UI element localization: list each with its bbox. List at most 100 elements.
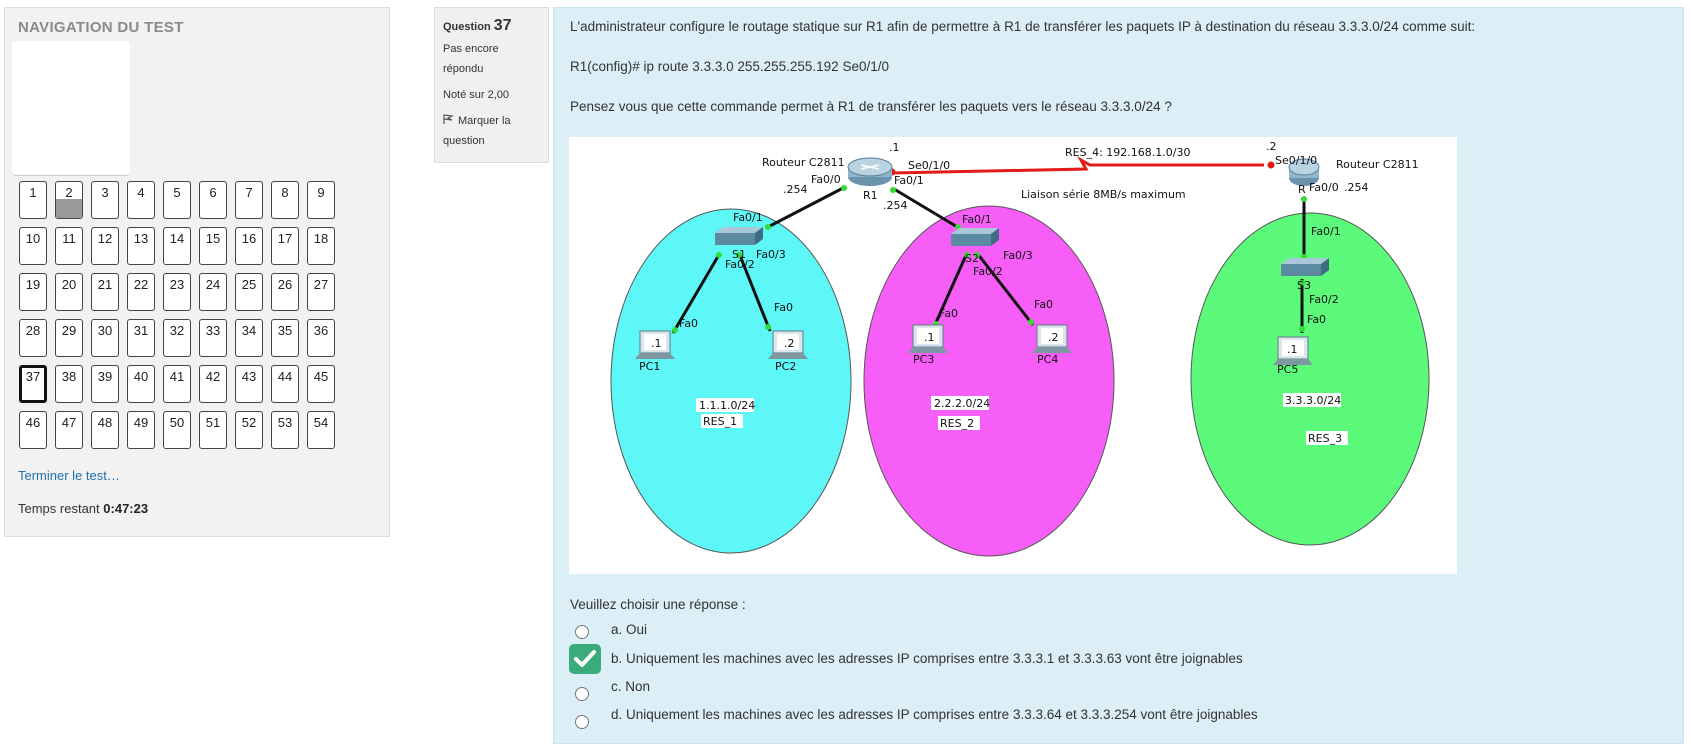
question-nav-number: 44 [277,369,293,384]
question-nav-button-26[interactable]: 26 [271,273,299,311]
s1-fa03-label: Fa0/3 [756,248,786,261]
question-nav-button-15[interactable]: 15 [199,227,227,265]
option-a-radio[interactable] [575,625,589,639]
question-nav-button-17[interactable]: 17 [271,227,299,265]
r1-top-ip-label: .1 [889,141,900,154]
switch-s1-icon [715,227,763,245]
pc5-fa-label: Fa0 [1307,313,1326,326]
res2-network-zone [863,205,1115,557]
question-nav-button-18[interactable]: 18 [307,227,335,265]
question-nav-button-39[interactable]: 39 [91,365,119,403]
question-nav-button-2[interactable]: 2 [55,181,83,219]
s3-fa01-label: Fa0/1 [1311,225,1341,238]
question-nav-button-43[interactable]: 43 [235,365,263,403]
r1-se-label: Se0/1/0 [908,159,950,172]
question-nav-button-45[interactable]: 45 [307,365,335,403]
option-a-label[interactable]: a. Oui [611,622,647,637]
question-nav-button-37[interactable]: 37 [19,365,47,403]
question-nav-button-12[interactable]: 12 [91,227,119,265]
option-b-checked-icon[interactable] [569,644,601,674]
question-nav-number: 51 [205,415,221,430]
question-nav-button-7[interactable]: 7 [235,181,263,219]
router-right-model-label: Routeur C2811 [1336,158,1419,171]
question-nav-button-25[interactable]: 25 [235,273,263,311]
timer-label: Temps restant [18,501,100,516]
question-nav-button-34[interactable]: 34 [235,319,263,357]
question-nav-button-13[interactable]: 13 [127,227,155,265]
question-text: L'administrateur configure le routage st… [570,19,1476,34]
s2-fa02-label: Fa0/2 [973,265,1003,278]
question-nav-button-46[interactable]: 46 [19,411,47,449]
pc1-name-label: PC1 [639,360,660,373]
question-nav-button-20[interactable]: 20 [55,273,83,311]
question-nav-number: 33 [205,323,221,338]
question-nav-button-35[interactable]: 35 [271,319,299,357]
port-dot [716,252,722,258]
question-nav-button-16[interactable]: 16 [235,227,263,265]
question-nav-button-30[interactable]: 30 [91,319,119,357]
question-nav-button-4[interactable]: 4 [127,181,155,219]
question-nav-button-49[interactable]: 49 [127,411,155,449]
question-nav-button-24[interactable]: 24 [199,273,227,311]
pc5-ip-label: .1 [1287,343,1298,356]
serial-net-label: RES_4: 192.168.1.0/30 [1065,146,1190,159]
pc4-name-label: PC4 [1037,353,1058,366]
question-nav-button-52[interactable]: 52 [235,411,263,449]
option-c-label[interactable]: c. Non [611,679,650,694]
pc2-ip-label: .2 [784,337,795,350]
question-nav-button-21[interactable]: 21 [91,273,119,311]
option-d-radio[interactable] [575,715,589,729]
question-command: R1(config)# ip route 3.3.3.0 255.255.255… [570,59,889,74]
flag-question-button[interactable]: Marquer la question [443,111,540,151]
question-nav-button-50[interactable]: 50 [163,411,191,449]
question-nav-button-53[interactable]: 53 [271,411,299,449]
question-nav-button-44[interactable]: 44 [271,365,299,403]
question-content: L'administrateur configure le routage st… [553,7,1684,744]
question-nav-number: 38 [61,369,77,384]
question-nav-button-22[interactable]: 22 [127,273,155,311]
question-nav-number: 47 [61,415,77,430]
port-dot [1028,319,1034,325]
question-nav-button-23[interactable]: 23 [163,273,191,311]
question-nav-button-1[interactable]: 1 [19,181,47,219]
question-nav-button-54[interactable]: 54 [307,411,335,449]
res1-label: RES_1 [703,415,737,428]
question-nav-button-48[interactable]: 48 [91,411,119,449]
question-nav-button-29[interactable]: 29 [55,319,83,357]
question-nav-number: 22 [133,277,149,292]
question-nav-button-5[interactable]: 5 [163,181,191,219]
question-nav-button-11[interactable]: 11 [55,227,83,265]
question-nav-button-3[interactable]: 3 [91,181,119,219]
question-nav-button-36[interactable]: 36 [307,319,335,357]
question-nav-button-32[interactable]: 32 [163,319,191,357]
option-b-label[interactable]: b. Uniquement les machines avec les adre… [611,651,1243,666]
question-nav-button-38[interactable]: 38 [55,365,83,403]
question-nav-button-27[interactable]: 27 [307,273,335,311]
s1-fa01-label: Fa0/1 [733,211,763,224]
question-nav-button-19[interactable]: 19 [19,273,47,311]
port-dot [1301,196,1307,202]
switch-s3-icon [1281,258,1329,276]
question-nav-button-47[interactable]: 47 [55,411,83,449]
s1-fa02-label: Fa0/2 [725,258,755,271]
port-dot [765,324,771,330]
question-label: Question [443,21,491,33]
question-nav-button-40[interactable]: 40 [127,365,155,403]
question-nav-button-9[interactable]: 9 [307,181,335,219]
question-nav-number: 52 [241,415,257,430]
r1-fa01-label: Fa0/1 [894,174,924,187]
question-nav-button-41[interactable]: 41 [163,365,191,403]
question-nav-button-6[interactable]: 6 [199,181,227,219]
question-nav-button-10[interactable]: 10 [19,227,47,265]
question-nav-button-31[interactable]: 31 [127,319,155,357]
finish-test-link[interactable]: Terminer le test… [18,468,120,483]
net2-label: 2.2.2.0/24 [934,397,990,410]
question-nav-button-51[interactable]: 51 [199,411,227,449]
question-nav-button-42[interactable]: 42 [199,365,227,403]
question-nav-button-8[interactable]: 8 [271,181,299,219]
question-nav-button-14[interactable]: 14 [163,227,191,265]
option-c-radio[interactable] [575,687,589,701]
option-d-label[interactable]: d. Uniquement les machines avec les adre… [611,707,1258,722]
question-nav-button-28[interactable]: 28 [19,319,47,357]
question-nav-button-33[interactable]: 33 [199,319,227,357]
